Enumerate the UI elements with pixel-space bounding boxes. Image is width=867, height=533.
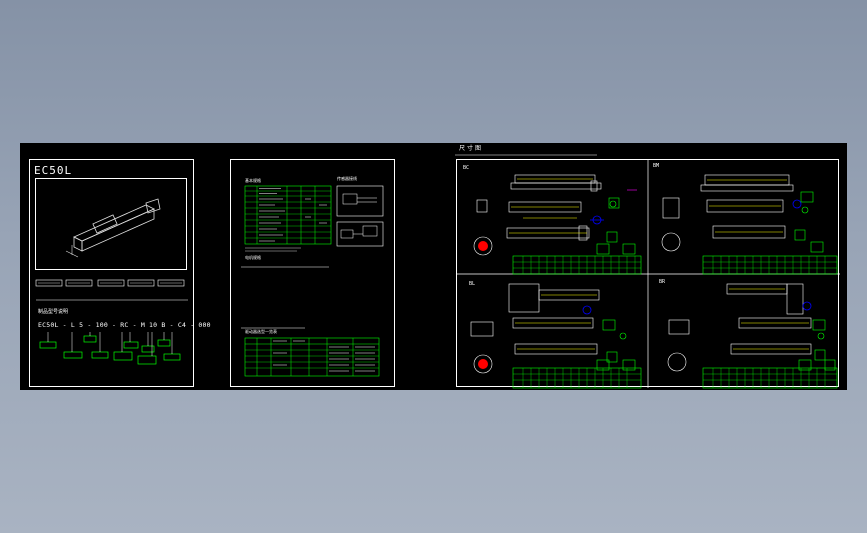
motor-heading: 电机规格 [245, 255, 261, 260]
cad-drawing-canvas[interactable]: EC50L 制品型号说明 EC50L - L 5 - 100 - RC - M … [20, 143, 847, 390]
sheet-specifications: 基本规格 传感器接线 电机规格 驱动器选型一览表 [230, 159, 395, 387]
model-code-legend [39, 332, 181, 365]
sheet-ec50l-overview: EC50L 制品型号说明 EC50L - L 5 - 100 - RC - M … [29, 159, 211, 387]
dimension-drawing-geometry [455, 154, 840, 389]
spec-table-drawing [241, 185, 384, 377]
sheet-dimension-drawings: 尺寸图 BC BM BL BR [455, 146, 840, 389]
encoder-heading: 驱动器选型一览表 [245, 329, 277, 334]
dimension-heading: 尺寸图 [459, 145, 484, 152]
